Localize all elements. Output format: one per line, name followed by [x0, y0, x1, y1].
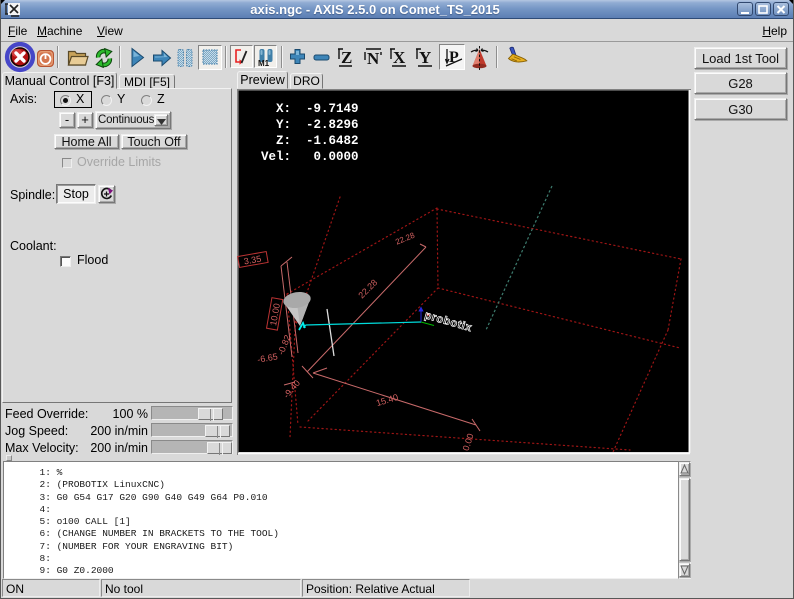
svg-text:Y: -2.8296: Y: -2.8296	[261, 118, 359, 132]
svg-text:X: X	[393, 48, 406, 67]
svg-text:M1: M1	[258, 59, 270, 67]
svg-text:X: -9.7149: X: -9.7149	[261, 102, 359, 116]
svg-text:Z: Z	[341, 48, 352, 67]
svg-text:Vel: 0.0000: Vel: 0.0000	[261, 150, 359, 164]
svg-text:Z: -1.6482: Z: -1.6482	[261, 134, 359, 148]
svg-text:N: N	[367, 49, 380, 68]
svg-text:Y: Y	[419, 48, 431, 67]
